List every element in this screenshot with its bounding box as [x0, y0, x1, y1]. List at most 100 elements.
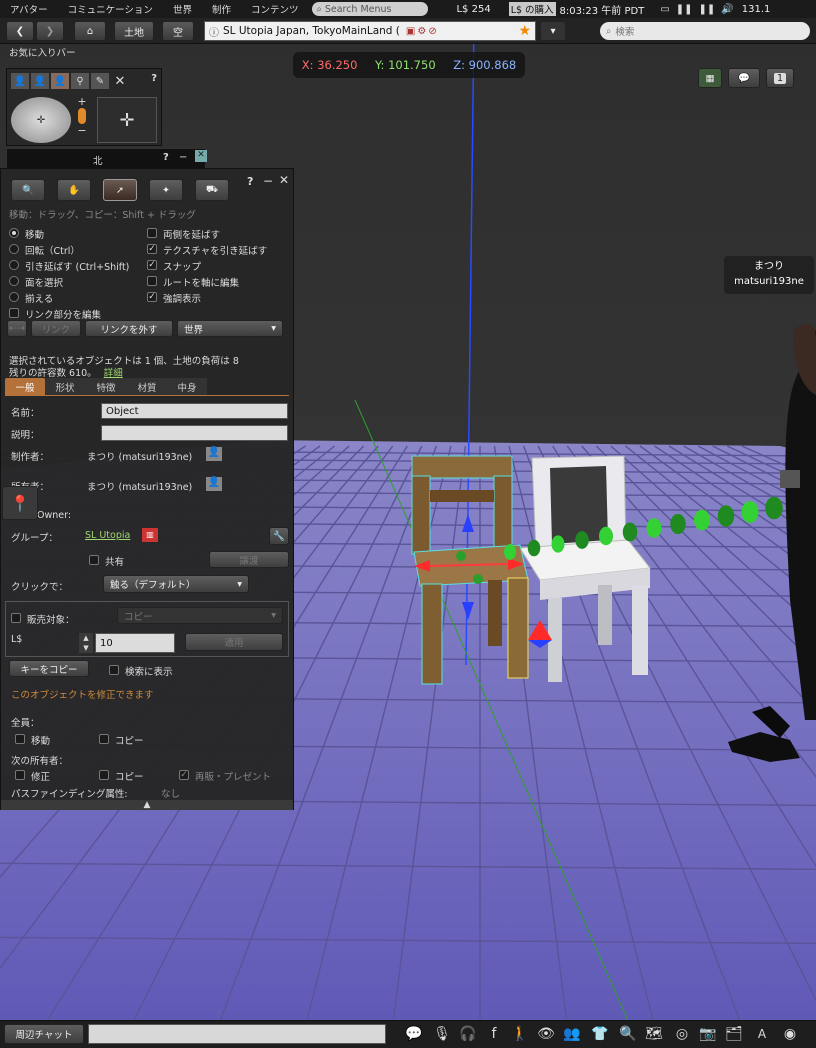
people-icon[interactable]: 👥: [560, 1022, 584, 1046]
focus-tool-button[interactable]: 🔍: [11, 179, 45, 201]
mini-map[interactable]: 北 ? − ✕: [6, 148, 207, 170]
search-toolbar-icon[interactable]: 🔍: [616, 1022, 640, 1046]
minimap-minimize-icon[interactable]: −: [179, 152, 187, 163]
copy-key-button[interactable]: キーをコピー: [9, 660, 89, 677]
camera-help-icon[interactable]: ?: [151, 73, 157, 84]
tab-object[interactable]: 形状: [45, 378, 85, 395]
everyone-move-checkbox[interactable]: [15, 734, 25, 744]
set-group-button[interactable]: 🔧: [269, 527, 289, 545]
price-input[interactable]: 10: [95, 633, 175, 653]
front-view-icon[interactable]: 👤: [11, 73, 29, 89]
minimap-help-icon[interactable]: ?: [163, 152, 169, 163]
description-input[interactable]: [101, 425, 288, 441]
buy-currency-button[interactable]: L$ の購入: [508, 2, 556, 16]
mode-align-radio[interactable]: [9, 292, 19, 302]
menu-content[interactable]: コンテンツ: [241, 2, 309, 16]
volume-icon[interactable]: 🔊: [721, 4, 733, 15]
mode-rotate-radio[interactable]: [9, 244, 19, 254]
back-button[interactable]: ❮: [6, 21, 34, 41]
orbit-joystick[interactable]: ✛: [11, 97, 71, 143]
pan-joystick[interactable]: ✛: [97, 97, 157, 143]
tab-general[interactable]: 一般: [5, 378, 45, 395]
menu-search[interactable]: ⌕ Search Menus: [312, 2, 429, 16]
select-prev-button[interactable]: ⇠⇢: [7, 320, 27, 337]
zoom-in-icon[interactable]: +: [77, 95, 86, 108]
tab-texture[interactable]: 材質: [127, 378, 167, 395]
chat-input[interactable]: [88, 1024, 386, 1044]
mini-map-button[interactable]: ▦: [698, 68, 722, 88]
unlink-button[interactable]: リンクを外す: [85, 320, 173, 337]
zoom-handle[interactable]: [78, 108, 86, 124]
show-in-search-checkbox[interactable]: [109, 665, 119, 675]
minimap-close-icon[interactable]: ✕: [195, 150, 207, 162]
next-resale-checkbox[interactable]: ✓: [179, 770, 189, 780]
zoom-slider[interactable]: + −: [77, 95, 87, 143]
chat-bubble-icon[interactable]: 💬: [402, 1022, 426, 1046]
close-icon[interactable]: ✕: [111, 73, 129, 89]
land-button[interactable]: 土地: [114, 21, 154, 41]
sale-type-select[interactable]: コピー ▾: [117, 607, 283, 624]
outfit-icon[interactable]: 👕: [588, 1022, 612, 1046]
chat-bubble-button[interactable]: 💬: [728, 68, 760, 88]
pause-media-icon[interactable]: ❚❚: [676, 4, 693, 15]
place-profile-button[interactable]: 📍: [2, 486, 38, 520]
camera-view-icon[interactable]: 👁: [534, 1022, 558, 1046]
location-field[interactable]: ⓘ SL Utopia Japan, TokyoMainLand ( ▣⚙⊘ ★: [204, 21, 536, 41]
edit-tool-button[interactable]: ➚: [103, 179, 137, 201]
owner-value[interactable]: まつり (matsuri193ne): [87, 479, 192, 493]
price-spinner[interactable]: ▲ ▼: [79, 633, 93, 653]
tool-help-icon[interactable]: ?: [247, 175, 253, 188]
object-view-icon[interactable]: ⚲: [71, 73, 89, 89]
mode-face-radio[interactable]: [9, 276, 19, 286]
notification-count-button[interactable]: 1: [766, 68, 794, 88]
mode-stretch-radio[interactable]: [9, 260, 19, 270]
move-tool-button[interactable]: ✋: [57, 179, 91, 201]
coord-system-select[interactable]: 世界 ▾: [177, 320, 283, 337]
favorites-bar[interactable]: お気に入りバー: [9, 45, 76, 59]
stretch-texture-checkbox[interactable]: ✓: [147, 244, 157, 254]
menu-build[interactable]: 制作: [202, 2, 241, 16]
tool-minimize-icon[interactable]: −: [263, 174, 273, 188]
map-icon[interactable]: 🗺: [642, 1022, 666, 1046]
for-sale-checkbox[interactable]: [11, 613, 21, 623]
deed-button[interactable]: 譲渡: [209, 551, 289, 568]
appearance-icon[interactable]: A: [750, 1022, 774, 1046]
search-field[interactable]: ⌕ 検索: [600, 22, 810, 40]
snapshot-icon[interactable]: 📷: [696, 1022, 720, 1046]
tool-close-icon[interactable]: ✕: [279, 173, 289, 187]
creator-profile-icon[interactable]: 👤: [206, 447, 222, 461]
inventory-icon[interactable]: 🗂: [722, 1022, 746, 1046]
apply-price-button[interactable]: 適用: [185, 633, 283, 651]
owner-profile-icon[interactable]: 👤: [206, 477, 222, 491]
next-modify-checkbox[interactable]: [15, 770, 25, 780]
pause-music-icon[interactable]: ❚❚: [699, 4, 716, 15]
location-dropdown-button[interactable]: ▾: [540, 21, 566, 41]
land-tool-button[interactable]: ⛟: [195, 179, 229, 201]
nearby-chat-button[interactable]: 周辺チャット: [4, 1024, 84, 1044]
favorite-star-icon[interactable]: ★: [518, 23, 531, 39]
facebook-icon[interactable]: f: [482, 1022, 506, 1046]
rear-view-icon[interactable]: 👤: [51, 73, 69, 89]
camera-preset-icons[interactable]: 👤 👤 👤 ⚲ ✎ ✕: [11, 73, 129, 89]
collapse-panel-button[interactable]: ▲: [1, 800, 293, 810]
edit-root-axis-checkbox[interactable]: [147, 276, 157, 286]
radar-icon[interactable]: ◎: [670, 1022, 694, 1046]
stretch-both-checkbox[interactable]: [147, 228, 157, 238]
headphones-icon[interactable]: 🎧: [456, 1022, 480, 1046]
forward-button[interactable]: ❯: [36, 21, 64, 41]
mode-move-radio[interactable]: [9, 228, 19, 238]
zoom-out-icon[interactable]: −: [77, 124, 86, 137]
sky-button[interactable]: 空: [162, 21, 194, 41]
edit-linked-checkbox[interactable]: [9, 308, 19, 318]
share-checkbox[interactable]: [89, 555, 99, 565]
menu-world[interactable]: 世界: [163, 2, 202, 16]
group-value[interactable]: SL Utopia: [85, 530, 130, 541]
tab-content[interactable]: 中身: [167, 378, 207, 395]
menu-avatar[interactable]: アバター: [0, 2, 58, 16]
tab-features[interactable]: 特徴: [85, 378, 127, 395]
walk-icon[interactable]: 🚶: [508, 1022, 532, 1046]
name-input[interactable]: Object: [101, 403, 288, 419]
menu-communication[interactable]: コミュニケーション: [58, 2, 163, 16]
highlight-checkbox[interactable]: ✓: [147, 292, 157, 302]
next-copy-checkbox[interactable]: [99, 770, 109, 780]
